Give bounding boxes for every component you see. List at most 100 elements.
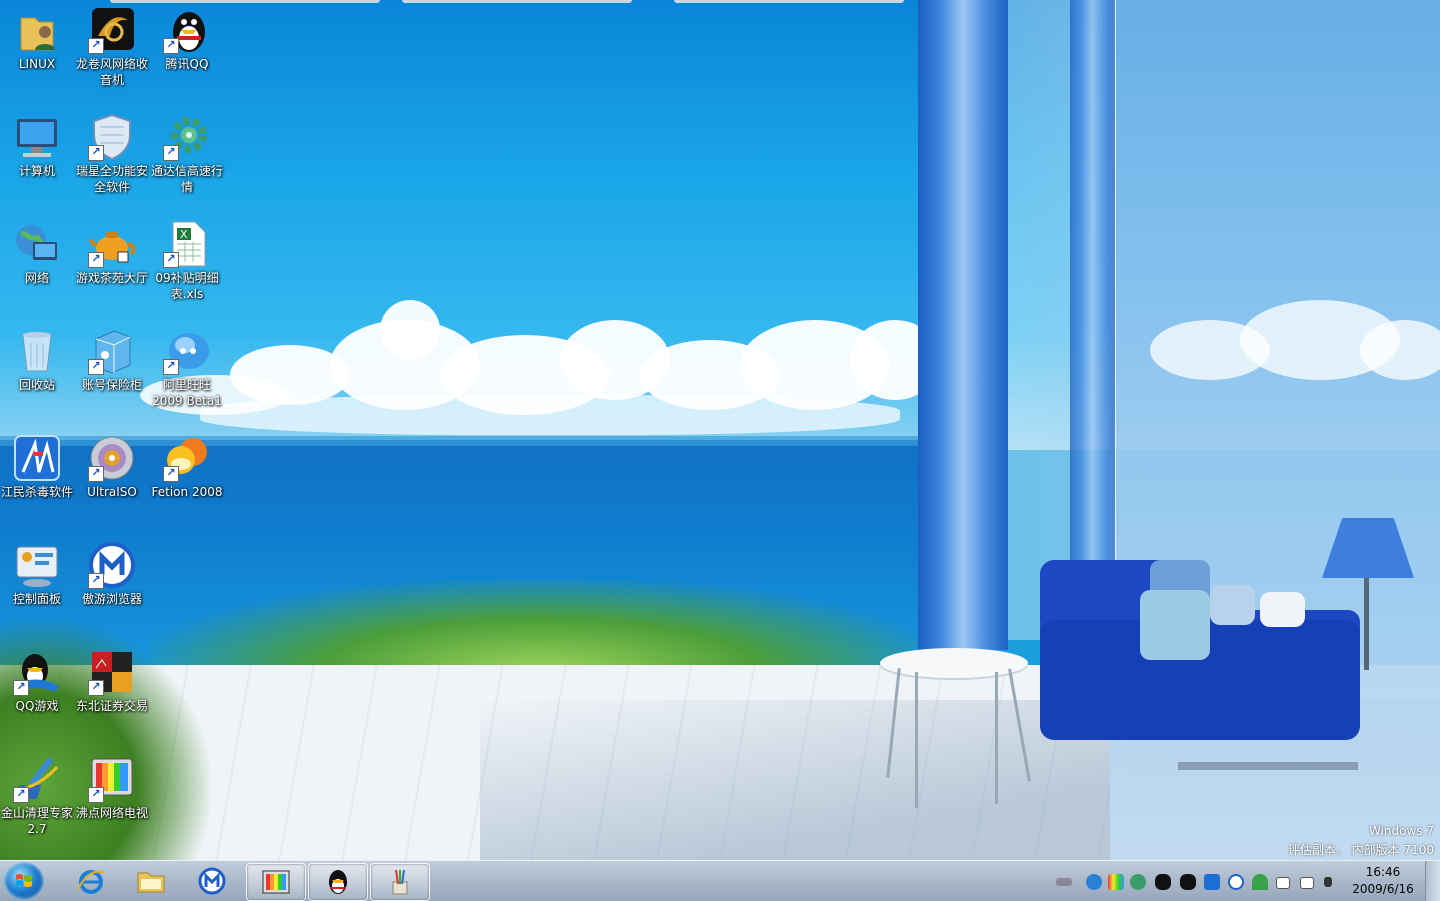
tv-icon: ↗ (88, 755, 136, 803)
desktop-icon-fetion[interactable]: ↗ Fetion 2008 (150, 428, 224, 500)
taskbar-qq-button[interactable] (308, 863, 368, 901)
desktop-icon-aliwangwang[interactable]: ↗ 阿里旺旺2009 Beta1 (150, 321, 224, 409)
keyboard-icon[interactable] (1056, 878, 1072, 886)
desktop-icon-safe[interactable]: ↗ 账号保险柜 (75, 321, 149, 393)
qq-tray-icon[interactable] (1155, 874, 1171, 890)
icon-label: 阿里旺旺2009 Beta1 (152, 378, 222, 408)
windows-logo-icon (16, 874, 32, 887)
clock-time: 16:46 (1365, 865, 1401, 879)
fetion-icon: ↗ (163, 434, 211, 482)
aliwangwang-tray-icon[interactable] (1086, 874, 1102, 890)
desktop-icon-tdx[interactable]: ↗ 通达信高速行情 (150, 107, 224, 195)
icon-label: QQ游戏 (15, 699, 59, 713)
icon-label: 傲游浏览器 (81, 592, 142, 606)
desktop-icon-jiangmin[interactable]: 江民杀毒软件 (0, 428, 74, 500)
icon-label: 账号保险柜 (81, 378, 142, 392)
rising-shield-icon: ↗ (88, 113, 136, 161)
qq-penguin-icon (329, 870, 347, 894)
icon-label: 江民杀毒软件 (0, 485, 73, 499)
icon-label: LINUX (18, 57, 56, 71)
radio-app-icon: ↗ (88, 6, 136, 54)
icon-label: Fetion 2008 (151, 485, 223, 499)
desktop-icon-rising[interactable]: ↗ 瑞星全功能安全软件 (75, 107, 149, 195)
network-tray-icon[interactable] (1300, 877, 1314, 889)
gear-tray-icon[interactable] (1130, 874, 1146, 890)
maxthon-icon (198, 867, 226, 895)
top-edge-window-fragment (674, 0, 904, 3)
jiangmin-antivirus-icon (13, 434, 61, 482)
disc-icon: ↗ (88, 434, 136, 482)
qq-penguin-icon: ↗ (163, 6, 211, 54)
desktop-icon-ultraiso[interactable]: ↗ UltraISO (75, 428, 149, 500)
taskbar-paint-button[interactable] (370, 863, 430, 901)
desktop-icon-game-hall[interactable]: ↗ 游戏茶苑大厅 (75, 214, 149, 286)
tv-tray-icon[interactable] (1108, 874, 1124, 890)
taskbar: 16:46 2009/6/16 (0, 860, 1440, 901)
system-tray: 16:46 2009/6/16 (1050, 861, 1440, 901)
computer-icon (13, 113, 61, 161)
paint-brushes-icon (392, 869, 408, 895)
desktop-icon-stock[interactable]: ↗ 东北证券交易 (75, 642, 149, 714)
icon-label: 游戏茶苑大厅 (75, 271, 148, 285)
taskbar-tv-button[interactable] (246, 863, 306, 901)
desktop-icon-network[interactable]: 网络 (0, 214, 74, 286)
desktop-icon-qq-game[interactable]: ↗ QQ游戏 (0, 642, 74, 714)
aliwangwang-icon: ↗ (163, 327, 211, 375)
icon-label: 腾讯QQ (165, 57, 209, 71)
qq-game-tray-icon[interactable] (1180, 874, 1196, 890)
ie-icon (77, 870, 105, 894)
rising-tray-icon[interactable] (1204, 874, 1220, 890)
taskbar-explorer-button[interactable] (122, 863, 180, 899)
desktop-icon-maxthon[interactable]: ↗ 傲游浏览器 (75, 535, 149, 607)
tv-icon (262, 870, 290, 894)
desktop-icon-qq[interactable]: ↗ 腾讯QQ (150, 0, 224, 72)
icon-label: 回收站 (18, 378, 55, 392)
stock-trade-icon: ↗ (88, 648, 136, 696)
taskbar-clock[interactable]: 16:46 2009/6/16 (1348, 864, 1418, 898)
folder-user-icon (13, 6, 61, 54)
recycle-bin-icon (13, 327, 61, 375)
svg-text:X: X (180, 228, 188, 241)
control-panel-icon (13, 541, 61, 589)
umbrella-tray-icon[interactable] (1252, 874, 1268, 890)
desktop-icon-computer[interactable]: 计算机 (0, 107, 74, 179)
desktop-icon-radio[interactable]: ↗ 龙卷风网络收音机 (75, 0, 149, 88)
desktop-icon-web-tv[interactable]: ↗ 沸点网络电视 (75, 749, 149, 821)
desktop-icon-control-panel[interactable]: 控制面板 (0, 535, 74, 607)
volume-icon[interactable] (1324, 877, 1332, 887)
safe-box-icon: ↗ (88, 327, 136, 375)
icon-label: 通达信高速行情 (150, 164, 223, 194)
desktop-icon-recycle-bin[interactable]: 回收站 (0, 321, 74, 393)
excel-file-icon: X ↗ (163, 220, 211, 268)
taskbar-ie-button[interactable] (62, 863, 120, 899)
windows-eval-watermark: Windows 7 评估副本。 内部版本 7100 (1288, 822, 1434, 860)
gear-icon: ↗ (163, 113, 211, 161)
teapot-icon: ↗ (88, 220, 136, 268)
icon-label: 东北证券交易 (75, 699, 148, 713)
top-edge-window-fragment (402, 0, 632, 3)
desktop-icon-xls-file[interactable]: X ↗ 09补贴明细表.xls (150, 214, 224, 302)
icon-label: 网络 (24, 271, 49, 285)
icon-label: 龙卷风网络收音机 (75, 57, 148, 87)
desktop-icon-kingsoft-cleaner[interactable]: ↗ 金山清理专家 2.7 (0, 749, 74, 837)
icon-label: 计算机 (18, 164, 55, 178)
broom-cleaner-icon: ↗ (13, 755, 61, 803)
network-globe-icon (13, 220, 61, 268)
desktop-icon-linux[interactable]: LINUX (0, 0, 74, 72)
icon-label: 瑞星全功能安全软件 (75, 164, 148, 194)
maxthon-tray-icon[interactable] (1228, 874, 1244, 890)
show-desktop-button[interactable] (1425, 861, 1440, 901)
icon-label: 控制面板 (12, 592, 61, 606)
taskbar-maxthon-button[interactable] (183, 863, 241, 899)
start-button[interactable] (4, 862, 44, 900)
watermark-os-name: Windows 7 (1368, 824, 1434, 838)
clock-date: 2009/6/16 (1352, 882, 1414, 896)
folder-icon (137, 872, 165, 893)
flag-action-center-icon[interactable] (1276, 877, 1290, 889)
icon-label: 金山清理专家 2.7 (0, 806, 73, 836)
qq-game-icon: ↗ (13, 648, 61, 696)
icon-label: 沸点网络电视 (75, 806, 148, 820)
icon-label: UltraISO (87, 485, 137, 499)
maxthon-icon: ↗ (88, 541, 136, 589)
icon-label: 09补贴明细表.xls (155, 271, 219, 301)
